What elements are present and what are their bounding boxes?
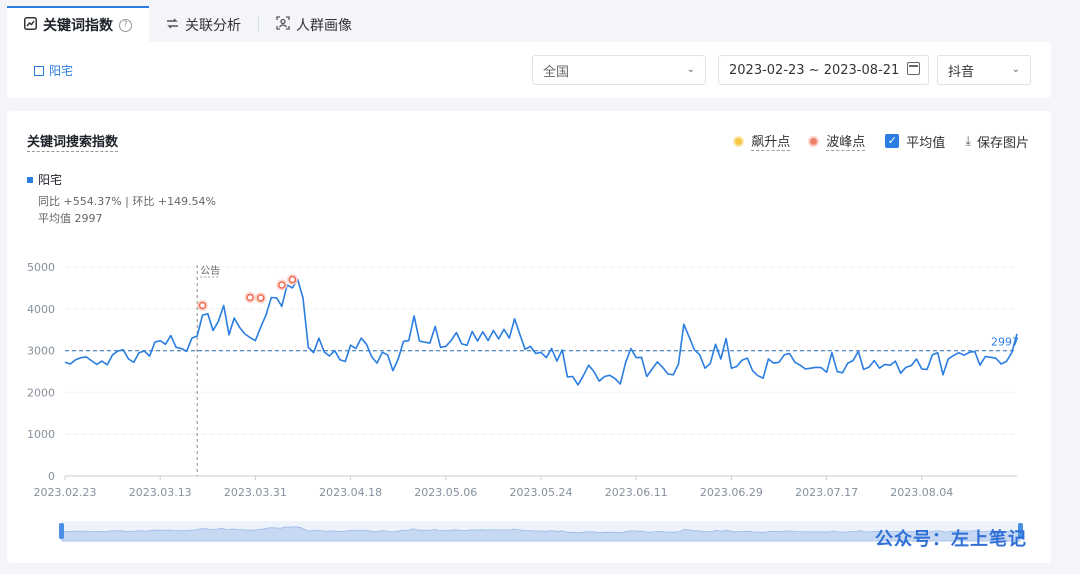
tab-relation-analysis[interactable]: 关联分析 [149, 7, 258, 42]
keyword-tag[interactable]: 阳宅 [34, 62, 73, 79]
platform-value: 抖音 [948, 64, 975, 80]
navigator-handle-left [59, 523, 64, 539]
x-tick-label: 2023.05.24 [510, 486, 573, 499]
user-scan-icon [276, 16, 290, 33]
calendar-icon [907, 62, 920, 75]
platform-select[interactable]: 抖音 ⌄ [937, 55, 1031, 85]
y-tick-label: 5000 [27, 261, 55, 274]
chart-panel: 关键词搜索指数 飙升点 波峰点 ✓ 平均值 ⤓ 保存图片 阳宅 同比 +554.… [7, 111, 1051, 563]
search-index-line-chart[interactable]: 0 1000 2000 3000 4000 5000 2023.02.23 2023.03.1… [7, 111, 1051, 563]
region-value: 全国 [543, 64, 570, 80]
peak-point [198, 301, 207, 310]
help-icon[interactable]: ? [119, 18, 132, 32]
watermark-text: 公众号：左上笔记 [875, 529, 1027, 550]
y-tick-label: 2000 [27, 386, 55, 399]
peak-point [288, 275, 297, 284]
keyword-label: 阳宅 [49, 64, 74, 78]
tab-label: 人群画像 [296, 17, 352, 34]
x-tick-label: 2023.03.13 [129, 486, 192, 499]
x-tick-label: 2023.05.06 [414, 486, 477, 499]
keyword-square-icon [34, 65, 44, 76]
x-tick-label: 2023.07.17 [795, 486, 858, 499]
annotation-label: 公告 [200, 264, 220, 277]
x-tick-label: 2023.08.04 [890, 486, 953, 499]
series-line [64, 278, 1018, 386]
date-range-picker[interactable]: 2023-02-23 ~ 2023-08-21 [718, 55, 929, 85]
tab-bar: 关键词指数 ? 关联分析 人群画像 [7, 6, 369, 42]
x-tick-label: 2023.03.31 [224, 486, 287, 499]
y-tick-label: 4000 [27, 303, 55, 316]
y-tick-label: 1000 [27, 428, 55, 441]
x-tick-label: 2023.06.29 [700, 486, 763, 499]
chevron-down-icon: ⌄ [686, 64, 695, 75]
peak-point [246, 293, 254, 302]
x-tick-label: 2023.02.23 [34, 486, 97, 499]
filter-bar: 阳宅 全国 ⌄ 2023-02-23 ~ 2023-08-21 抖音 ⌄ [7, 42, 1051, 98]
x-tick-label: 2023.04.18 [319, 486, 382, 499]
tab-audience-profile[interactable]: 人群画像 [259, 7, 369, 42]
peak-point [278, 281, 286, 289]
x-tick-label: 2023.06.11 [605, 486, 668, 499]
chevron-down-icon: ⌄ [1011, 64, 1020, 75]
trend-chart-icon [24, 17, 37, 33]
y-tick-label: 0 [48, 470, 55, 483]
tab-label: 关键词指数 [43, 18, 113, 34]
region-select[interactable]: 全国 ⌄ [532, 55, 706, 85]
y-tick-label: 3000 [27, 345, 55, 358]
date-range-value: 2023-02-23 ~ 2023-08-21 [729, 62, 900, 78]
peak-point [256, 294, 265, 302]
tab-label: 关联分析 [185, 17, 241, 34]
relation-icon [166, 17, 179, 33]
tab-keyword-index[interactable]: 关键词指数 ? [7, 6, 149, 42]
